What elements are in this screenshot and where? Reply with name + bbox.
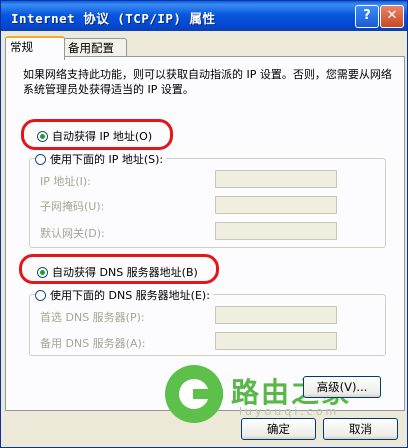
radio-unselected-icon: [35, 153, 46, 165]
close-icon: ✕: [386, 8, 398, 23]
window-title: Internet 协议 (TCP/IP) 属性: [11, 11, 216, 26]
alternate-dns-label: 备用 DNS 服务器(A):: [40, 337, 146, 350]
watermark-url: luyouqi.com: [239, 405, 340, 418]
manual-dns-label: 使用下面的 DNS 服务器地址(E):: [50, 289, 210, 302]
title-bar[interactable]: Internet 协议 (TCP/IP) 属性 ? ✕: [1, 1, 407, 31]
help-icon: ?: [363, 8, 371, 23]
ip-address-label: IP 地址(I):: [40, 175, 91, 188]
tab-alternate-config[interactable]: 备用配置: [63, 38, 127, 57]
tab-general[interactable]: 常规: [5, 36, 65, 60]
description-text: 如果网络支持此功能，则可以获取自动指派的 IP 设置。否则，您需要从网络系统管理…: [23, 68, 392, 96]
radio-unselected-icon: [35, 289, 46, 301]
alternate-dns-field[interactable]: [215, 332, 337, 350]
manual-ip-label: 使用下面的 IP 地址(S):: [50, 153, 164, 166]
subnet-mask-field[interactable]: [215, 196, 337, 214]
close-button[interactable]: ✕: [380, 5, 404, 28]
manual-dns-radio[interactable]: 使用下面的 DNS 服务器地址(E):: [35, 287, 213, 303]
help-button[interactable]: ?: [355, 5, 379, 28]
cancel-button[interactable]: 取消: [323, 418, 398, 440]
watermark-logo-icon: [165, 365, 223, 423]
manual-ip-radio[interactable]: 使用下面的 IP 地址(S):: [35, 151, 167, 167]
default-gateway-field[interactable]: [215, 222, 337, 240]
preferred-dns-field[interactable]: [215, 306, 337, 324]
tcpip-properties-dialog: Internet 协议 (TCP/IP) 属性 ? ✕ 常规 备用配置 如果网络…: [0, 0, 408, 448]
highlight-ring-ip: [21, 119, 173, 150]
subnet-mask-label: 子网掩码(U):: [40, 200, 105, 213]
ip-address-field[interactable]: [215, 170, 337, 188]
ok-button[interactable]: 确定: [241, 418, 316, 440]
highlight-ring-dns: [19, 254, 219, 284]
advanced-button[interactable]: 高级(V)...: [303, 376, 381, 398]
preferred-dns-label: 首选 DNS 服务器(P):: [40, 311, 145, 324]
default-gateway-label: 默认网关(D):: [40, 227, 105, 240]
